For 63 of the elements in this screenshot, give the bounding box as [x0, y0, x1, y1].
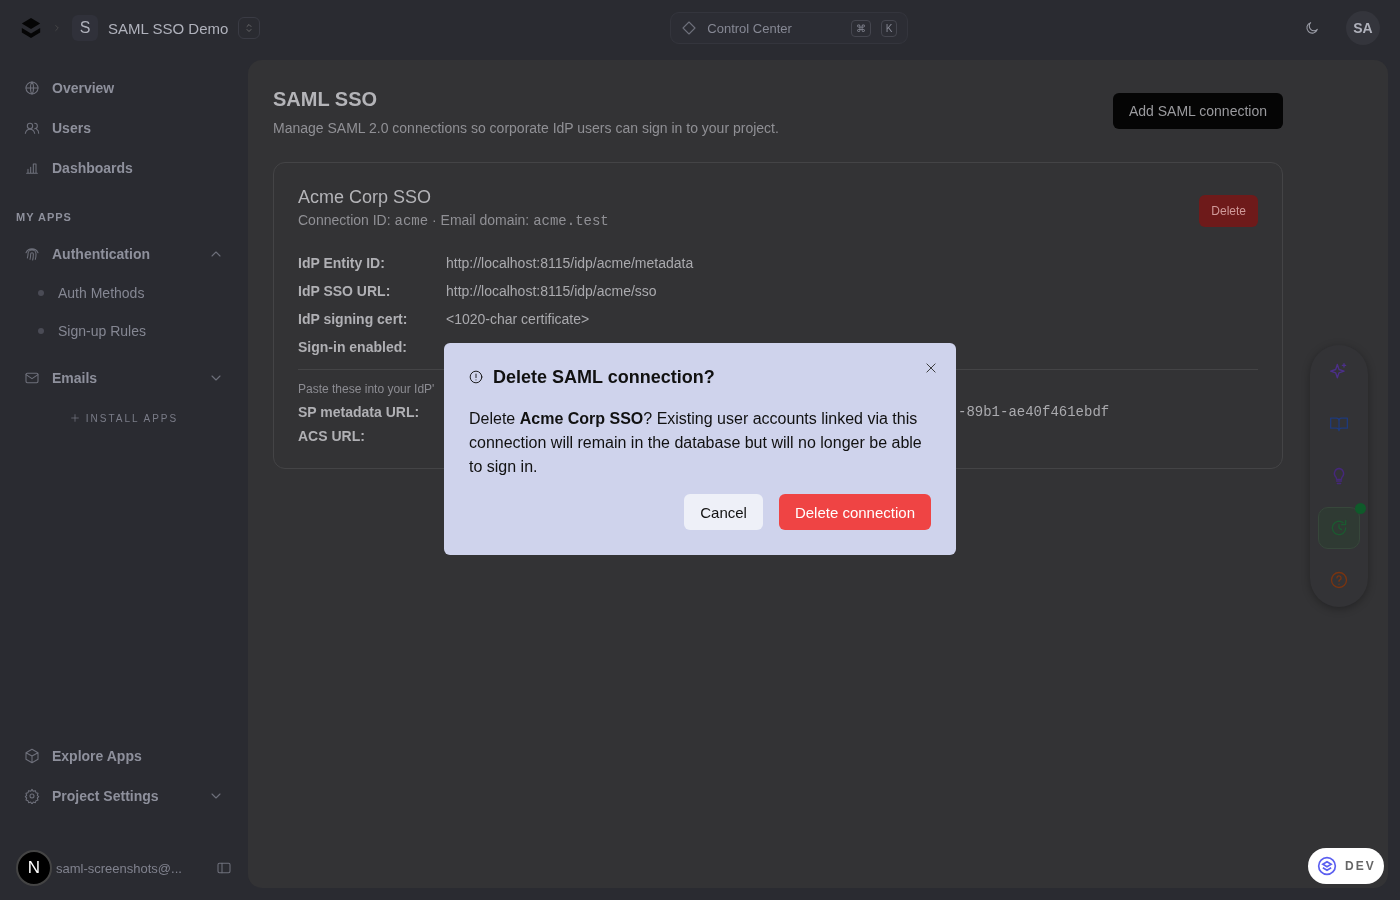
sidebar-item[interactable]: Authentication — [16, 234, 232, 274]
users-icon — [24, 120, 40, 136]
sidebar-toggle-icon[interactable] — [216, 860, 232, 876]
alert-icon — [469, 370, 483, 384]
connection-name: Acme Corp SSO — [298, 187, 433, 209]
delete-button[interactable]: Delete — [1199, 195, 1258, 227]
environment-badge[interactable]: DEV — [1308, 848, 1384, 884]
field-value: http://localhost:8115/idp/acme/sso — [446, 282, 658, 301]
user-avatar[interactable]: SA — [1346, 11, 1380, 45]
help-icon — [1329, 570, 1349, 590]
history-icon — [1329, 518, 1349, 538]
sidebar-item[interactable]: Users — [16, 108, 232, 148]
project-avatar[interactable]: S — [72, 15, 98, 41]
bullet-icon — [38, 290, 44, 296]
page-subtitle: Manage SAML 2.0 connections so corporate IdP users can sign in to your project. — [273, 120, 779, 136]
sidebar-subitem[interactable]: Sign-up Rules — [16, 312, 232, 350]
dialog-message: Delete Acme Corp SSO? Existing user accounts linked via this connection will remain in the database but will no longer be able to sign in. — [469, 409, 923, 477]
chart-icon — [24, 160, 40, 176]
user-avatar[interactable]: N — [16, 850, 52, 886]
project-name[interactable]: SAML SSO Demo — [108, 19, 229, 37]
instruction-text: Paste these into your IdP' — [298, 382, 436, 396]
diamond-icon — [681, 20, 698, 36]
connection-meta: Connection ID: acme · Email domain: acme.test — [298, 212, 609, 229]
globe-icon — [24, 80, 40, 96]
dialog-title: Delete SAML connection? — [493, 366, 715, 388]
tool-button[interactable] — [1318, 507, 1360, 549]
sidebar-item[interactable]: Project Settings — [16, 776, 232, 816]
sidebar-subitem[interactable]: Auth Methods — [16, 274, 232, 312]
project-switcher-icon[interactable] — [238, 17, 261, 39]
shortcut-key: K — [880, 19, 898, 37]
section-heading: MY APPS — [16, 210, 73, 225]
field-value: http://localhost:8115/idp/acme/metadata — [446, 254, 695, 273]
delete-connection-button[interactable]: Delete connection — [778, 494, 931, 530]
logo-icon[interactable] — [20, 17, 42, 39]
cube-icon — [24, 748, 40, 764]
logo-icon — [1317, 856, 1337, 876]
search-placeholder: Control Center — [707, 20, 793, 36]
user-email: saml-screenshots@... — [56, 860, 183, 876]
sidebar-item[interactable]: Overview — [16, 68, 232, 108]
add-connection-button[interactable]: Add SAML connection — [1113, 93, 1283, 129]
field-value: -89b1-ae40f461ebdf — [958, 404, 1110, 420]
bullet-icon — [38, 328, 44, 334]
settings-icon — [24, 788, 40, 804]
sidebar-item[interactable]: Dashboards — [16, 148, 232, 188]
close-icon[interactable] — [924, 361, 938, 375]
install-apps-link[interactable]: INSTALL APPS — [16, 408, 232, 428]
shortcut-key: ⌘ — [850, 19, 871, 37]
fingerprint-icon — [24, 246, 40, 262]
plus-icon — [69, 413, 80, 423]
field-value: <1020-char certificate> — [446, 310, 591, 329]
field-label: IdP Entity ID: — [298, 254, 386, 273]
mail-icon — [24, 370, 40, 386]
field-label: IdP SSO URL: — [298, 282, 392, 301]
sidebar-item[interactable]: Emails — [16, 358, 232, 398]
sidebar-item[interactable]: Explore Apps — [16, 736, 232, 776]
cancel-button[interactable]: Cancel — [684, 494, 763, 530]
field-label: ACS URL: — [298, 427, 366, 446]
search-field[interactable]: Control Center ⌘ K — [670, 12, 909, 44]
field-label: Sign-in enabled: — [298, 338, 408, 357]
moon-icon[interactable] — [1304, 20, 1320, 36]
field-label: SP metadata URL: — [298, 403, 421, 422]
field-label: IdP signing cert: — [298, 310, 409, 329]
page-title: SAML SSO — [273, 88, 379, 112]
